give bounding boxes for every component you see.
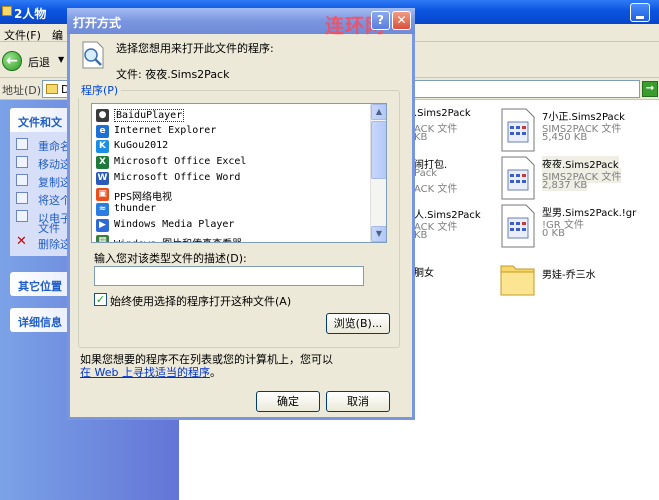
program-item[interactable]: X Microsoft Office Excel <box>94 155 372 170</box>
minimize-button[interactable] <box>630 3 650 22</box>
program-item[interactable]: ● BaiduPlayer <box>94 108 372 123</box>
ok-button[interactable]: 确定 <box>256 391 320 412</box>
program-item[interactable]: W Microsoft Office Word <box>94 171 372 186</box>
dialog-prompt: 选择您想用来打开此文件的程序: <box>116 42 274 55</box>
dialog-titlebar: 打开方式 连环网 ? ✕ <box>67 8 415 37</box>
browse-button[interactable]: 浏览(B)... <box>326 313 390 334</box>
always-use-label: 始终使用选择的程序打开这种文件(A) <box>110 295 292 308</box>
sims2pack-file-icon <box>501 108 535 152</box>
programs-list[interactable]: ● BaiduPlayer e Internet Explorer K KuGou2012… <box>91 103 387 243</box>
scroll-down-button[interactable]: ▼ <box>371 226 386 242</box>
folder-icon <box>500 265 535 296</box>
program-name: Microsoft Office Excel <box>114 156 247 168</box>
internet-explorer-icon: e <box>96 124 109 138</box>
email-icon <box>16 210 28 222</box>
thunder-icon: ≈ <box>96 203 109 217</box>
copy-icon <box>16 174 28 186</box>
explorer-title: 2人物 <box>14 7 47 21</box>
program-name: Microsoft Office Word <box>114 171 241 183</box>
dialog-bottom-border <box>67 417 415 420</box>
program-name: KuGou2012 <box>114 140 169 152</box>
go-button[interactable]: → <box>642 81 658 97</box>
back-button[interactable]: ← 后退 ▼ <box>2 50 64 72</box>
back-arrow-icon: ← <box>2 51 22 71</box>
delete-icon: ✕ <box>16 234 27 249</box>
chevron-down-icon[interactable]: ▼ <box>58 55 64 64</box>
sims2pack-file-icon <box>501 156 535 200</box>
program-name: thunder <box>114 203 157 215</box>
programs-label: 程序(P) <box>78 82 122 98</box>
dialog-title: 打开方式 <box>73 16 122 30</box>
programs-scrollbar[interactable]: ▲ ▼ <box>370 104 386 242</box>
menu-edit[interactable]: 编 <box>52 27 63 43</box>
scroll-thumb[interactable] <box>371 121 386 179</box>
folder-icon <box>46 84 58 94</box>
menu-file[interactable]: 文件(F) <box>4 27 41 43</box>
media-player-icon: ▶ <box>96 218 109 232</box>
globe-icon <box>16 192 28 204</box>
web-search-note-line2: 在 Web 上寻找适当的程序。 <box>80 366 221 379</box>
web-search-link[interactable]: 在 Web 上寻找适当的程序 <box>80 366 210 379</box>
program-name: PPS网络电视 <box>114 191 173 203</box>
description-input[interactable] <box>94 266 364 286</box>
program-name: Windows 图片和传真查看器 <box>114 235 242 242</box>
rename-icon <box>16 138 28 150</box>
program-item[interactable]: e Internet Explorer <box>94 124 372 139</box>
scroll-up-button[interactable]: ▲ <box>371 104 386 120</box>
move-icon <box>16 156 28 168</box>
kugou-icon: K <box>96 140 109 154</box>
program-name: Internet Explorer <box>114 124 217 136</box>
cancel-button[interactable]: 取消 <box>326 391 390 412</box>
program-item[interactable]: ▦ Windows 图片和传真查看器 <box>94 234 372 242</box>
word-icon: W <box>96 171 109 185</box>
program-name: Windows Media Player <box>114 218 235 230</box>
help-button[interactable]: ? <box>371 11 390 30</box>
close-button[interactable]: ✕ <box>392 11 411 30</box>
program-name: BaiduPlayer <box>114 109 185 122</box>
address-label: 地址(D) <box>2 84 42 97</box>
excel-icon: X <box>96 156 109 170</box>
folder-icon <box>2 6 12 16</box>
open-with-magnifier-icon <box>82 41 104 69</box>
back-label: 后退 <box>28 56 50 69</box>
open-with-dialog: 打开方式 连环网 ? ✕ 选择您想用来打开此文件的程序: 文件: 夜夜.Sims… <box>67 8 415 420</box>
pps-icon: ▣ <box>96 187 109 201</box>
always-use-checkbox[interactable]: ✓ <box>94 293 107 306</box>
description-label: 输入您对该类型文件的描述(D): <box>94 252 247 265</box>
program-item[interactable]: ≈ thunder <box>94 202 372 217</box>
baiduplayer-icon: ● <box>96 109 109 122</box>
sims2pack-file-icon <box>501 204 535 248</box>
picture-viewer-icon: ▦ <box>96 234 109 242</box>
program-item[interactable]: ▶ Windows Media Player <box>94 218 372 233</box>
program-item[interactable]: K KuGou2012 <box>94 139 372 154</box>
program-item[interactable]: ▣ PPS网络电视 <box>94 187 372 203</box>
dialog-file-name: 文件: 夜夜.Sims2Pack <box>116 68 230 81</box>
